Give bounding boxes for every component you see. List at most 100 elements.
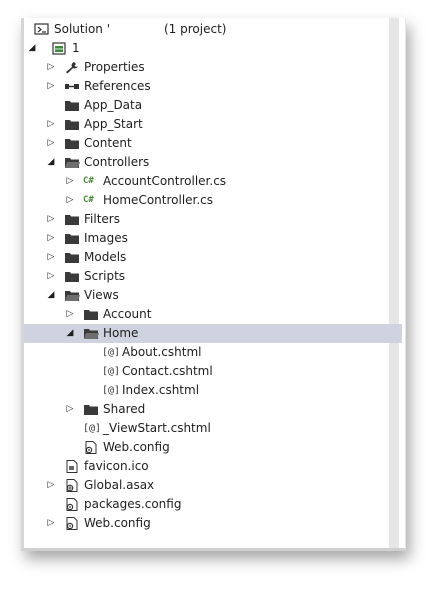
collapse-arrow-icon[interactable]: ▷: [46, 115, 56, 134]
tree-item-models[interactable]: ▷ Models: [24, 248, 402, 267]
redacted-project-name: [82, 43, 132, 53]
folder-icon: [64, 251, 80, 264]
wrench-icon: [64, 61, 80, 74]
folder-icon: [64, 118, 80, 131]
tree-item-app-start[interactable]: ▷ App_Start: [24, 115, 402, 134]
cshtml-file-icon: [@]: [102, 347, 121, 358]
tree-item-contact-cshtml[interactable]: [@] Contact.cshtml: [24, 362, 402, 381]
collapse-arrow-icon[interactable]: ▷: [46, 267, 56, 286]
tree-item-properties[interactable]: ▷ Properties: [24, 58, 402, 77]
tree-item-label: AccountController.cs: [103, 174, 227, 188]
tree-item-label: Index.cshtml: [122, 383, 200, 397]
tree-item-label: Home: [103, 326, 139, 340]
folder-icon: [64, 232, 80, 245]
folder-icon: [64, 270, 80, 283]
tree-item-web-config[interactable]: ▷ Web.config: [24, 514, 402, 533]
folder-icon: [83, 308, 99, 321]
tree-item-label: Web.config: [103, 440, 170, 454]
redacted-area: [190, 268, 280, 282]
references-icon: [64, 80, 80, 93]
tree-item-label: Shared: [103, 402, 146, 416]
config-file-icon: [64, 498, 80, 511]
expand-arrow-icon[interactable]: ◢: [46, 286, 56, 305]
tree-item-label: About.cshtml: [122, 345, 202, 359]
cshtml-file-icon: [@]: [83, 423, 102, 434]
collapse-arrow-icon[interactable]: ▷: [46, 514, 56, 533]
expand-arrow-icon[interactable]: ◢: [65, 324, 75, 343]
collapse-arrow-icon[interactable]: ▷: [65, 172, 75, 191]
collapse-arrow-icon[interactable]: ▷: [46, 248, 56, 267]
tree-item-label: Models: [84, 250, 127, 264]
global-asax-icon: [64, 479, 80, 492]
cshtml-file-icon: [@]: [102, 385, 121, 396]
tree-item-label: favicon.ico: [84, 459, 149, 473]
folder-icon: [64, 137, 80, 150]
tree-item-favicon-ico[interactable]: favicon.ico: [24, 457, 402, 476]
tree-item-index-cshtml[interactable]: [@] Index.cshtml: [24, 381, 402, 400]
tree-item-content[interactable]: ▷ Content: [24, 134, 402, 153]
tree-item-label: References: [84, 79, 151, 93]
tree-item-label: Properties: [84, 60, 145, 74]
redacted-solution-name: [118, 24, 162, 34]
tree-item-images[interactable]: ▷ Images: [24, 229, 402, 248]
tree-item-label: Contact.cshtml: [122, 364, 213, 378]
tree-item-web-config[interactable]: Web.config: [24, 438, 402, 457]
tree-item-app-data[interactable]: App_Data: [24, 96, 402, 115]
cshtml-file-icon: [@]: [102, 366, 121, 377]
collapse-arrow-icon[interactable]: ▷: [46, 476, 56, 495]
collapse-arrow-icon[interactable]: ▷: [65, 191, 75, 210]
solution-label: Solution ': [54, 22, 110, 36]
folder-icon: [64, 99, 80, 112]
image-file-icon: [64, 460, 80, 473]
collapse-arrow-icon[interactable]: ▷: [46, 77, 56, 96]
config-file-icon: [64, 517, 80, 530]
tree-item-homecontroller-cs[interactable]: ▷ C# HomeController.cs: [24, 191, 402, 210]
folder-open-icon: [64, 156, 80, 169]
tree-item-views[interactable]: ◢ Views: [24, 286, 402, 305]
tree-item-label: Global.asax: [84, 478, 155, 492]
tree-item-filters[interactable]: ▷ Filters: [24, 210, 402, 229]
folder-icon: [64, 213, 80, 226]
csharp-file-icon: C#: [83, 195, 94, 205]
tree-item-references[interactable]: ▷ References: [24, 77, 402, 96]
collapse-arrow-icon[interactable]: ▷: [65, 400, 75, 419]
folder-icon: [83, 403, 99, 416]
tree-item-label: Web.config: [84, 516, 151, 530]
tree-item-shared[interactable]: ▷ Shared: [24, 400, 402, 419]
tree-item-label: Filters: [84, 212, 120, 226]
folder-open-icon: [64, 289, 80, 302]
expand-arrow-icon[interactable]: ◢: [46, 153, 56, 172]
tree-item-label: Views: [84, 288, 119, 302]
tree-item-about-cshtml[interactable]: [@] About.cshtml: [24, 343, 402, 362]
tree-item-home[interactable]: ◢ Home: [24, 324, 402, 343]
tree-item-label: Images: [84, 231, 128, 245]
expand-arrow-icon[interactable]: ◢: [27, 39, 37, 58]
tree-item-label: Scripts: [84, 269, 126, 283]
tree-item-accountcontroller-cs[interactable]: ▷ C# AccountController.cs: [24, 172, 402, 191]
folder-open-icon: [83, 327, 99, 340]
tree-item-label: Account: [103, 307, 152, 321]
solution-node[interactable]: Solution ' (1 project): [24, 20, 402, 39]
project-node[interactable]: ◢ 1: [24, 39, 402, 58]
tree-item-label: packages.config: [84, 497, 182, 511]
collapse-arrow-icon[interactable]: ▷: [65, 305, 75, 324]
tree-item-packages-config[interactable]: packages.config: [24, 495, 402, 514]
tree-item-controllers[interactable]: ◢ Controllers: [24, 153, 402, 172]
tree-item-account[interactable]: ▷ Account: [24, 305, 402, 324]
tree-item-viewstart-cshtml[interactable]: [@] _ViewStart.cshtml: [24, 419, 402, 438]
tree-item-label: _ViewStart.cshtml: [103, 421, 211, 435]
project-label: 1: [72, 41, 80, 55]
collapse-arrow-icon[interactable]: ▷: [46, 58, 56, 77]
tree-item-label: HomeController.cs: [103, 193, 214, 207]
tree-item-global-asax[interactable]: ▷ Global.asax: [24, 476, 402, 495]
solution-icon: [34, 23, 50, 36]
solution-project-count: (1 project): [164, 22, 227, 36]
collapse-arrow-icon[interactable]: ▷: [46, 134, 56, 153]
csharp-file-icon: C#: [83, 176, 94, 186]
web-project-icon: [52, 42, 68, 55]
tree-item-label: Controllers: [84, 155, 150, 169]
tree-item-label: App_Data: [84, 98, 143, 112]
collapse-arrow-icon[interactable]: ▷: [46, 210, 56, 229]
collapse-arrow-icon[interactable]: ▷: [46, 229, 56, 248]
tree-item-label: App_Start: [84, 117, 143, 131]
